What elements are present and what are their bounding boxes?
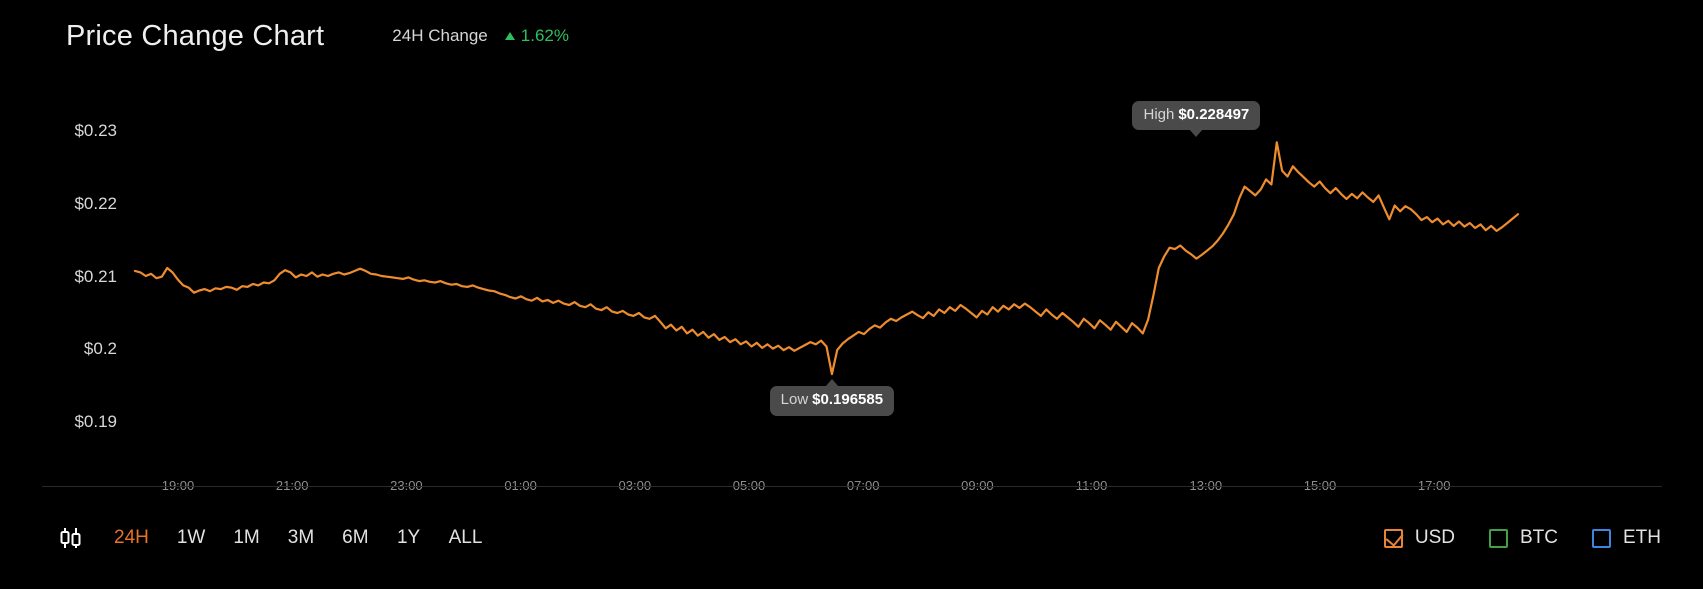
currency-selector: USD BTC ETH	[1383, 527, 1661, 549]
currency-label: ETH	[1623, 527, 1661, 548]
low-tooltip-label: Low	[780, 391, 809, 409]
range-selector: 24H 1W 1M 3M 6M 1Y ALL	[42, 518, 496, 558]
checkbox-eth-icon[interactable]	[1592, 528, 1611, 548]
checkbox-usd-checked-icon[interactable]	[1383, 527, 1404, 548]
candlestick-chart-icon[interactable]	[42, 518, 100, 558]
high-tooltip: High $0.228497	[1132, 100, 1261, 138]
low-tooltip: Low $0.196585	[769, 379, 895, 416]
change-percent: 1.62%	[520, 26, 569, 45]
range-button-1w[interactable]: 1W	[163, 521, 220, 555]
currency-label: USD	[1414, 527, 1455, 548]
price-line-chart	[133, 141, 1520, 376]
price-chart-widget: Price Change Chart 24H Change 1.62% $0.2…	[0, 0, 1703, 589]
tooltip-pointer-icon	[824, 379, 839, 388]
chart-toolbar: 24H 1W 1M 3M 6M 1Y ALL USD BTC ETH	[0, 487, 1703, 589]
change-label: 24H Change	[392, 26, 488, 45]
range-button-all[interactable]: ALL	[435, 521, 497, 555]
low-tooltip-value: $0.196585	[812, 391, 884, 409]
range-button-1y[interactable]: 1Y	[383, 521, 435, 555]
change-value-group: 1.62%	[504, 26, 569, 46]
page-title: Price Change Chart	[66, 19, 325, 52]
currency-toggle-eth[interactable]: ETH	[1592, 527, 1661, 549]
checkbox-btc-icon[interactable]	[1489, 528, 1508, 548]
currency-toggle-btc[interactable]: BTC	[1489, 527, 1558, 549]
tooltip-pointer-icon	[1189, 129, 1204, 138]
change-summary: 24H Change 1.62%	[392, 26, 569, 46]
range-button-24h[interactable]: 24H	[100, 521, 163, 555]
price-line-path	[133, 141, 1520, 376]
triangle-up-icon	[504, 32, 515, 40]
candlestick-glyph	[60, 528, 81, 548]
chart-plot-area: $0.23 $0.22 $0.21 $0.2 $0.19	[0, 72, 1703, 478]
range-button-3m[interactable]: 3M	[274, 521, 328, 555]
currency-toggle-usd[interactable]: USD	[1383, 527, 1455, 549]
range-button-1m[interactable]: 1M	[219, 521, 273, 555]
high-tooltip-value: $0.228497	[1178, 105, 1250, 123]
range-button-6m[interactable]: 6M	[328, 521, 382, 555]
currency-label: BTC	[1520, 527, 1558, 548]
check-icon	[1385, 527, 1404, 547]
chart-header: Price Change Chart 24H Change 1.62%	[0, 0, 1703, 72]
high-tooltip-label: High	[1143, 105, 1175, 123]
